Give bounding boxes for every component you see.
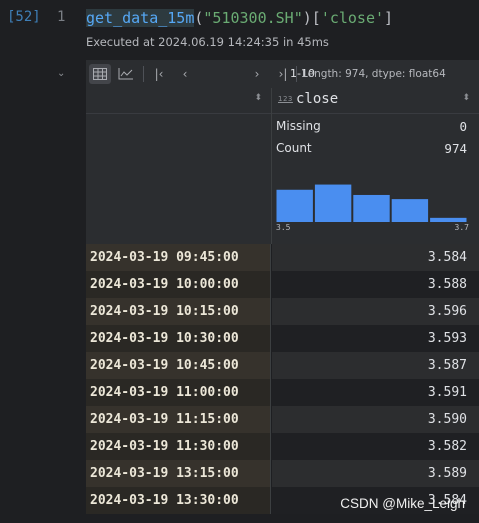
row-index: 2024-03-19 11:00:00 xyxy=(86,379,271,406)
row-value: 3.584 xyxy=(272,244,479,271)
histogram-bar xyxy=(391,199,429,222)
missing-value: 0 xyxy=(459,119,467,134)
sort-icon[interactable]: ⬍ xyxy=(254,93,262,103)
first-page-icon[interactable]: |‹ xyxy=(148,64,170,84)
histogram-chart xyxy=(276,184,467,222)
row-value: 3.582 xyxy=(272,433,479,460)
output-toolbar: |‹ ‹ 1-10 › ›| Length: 974, dtype: float… xyxy=(86,60,479,89)
table-row[interactable]: 2024-03-19 11:00:00 3.591 xyxy=(86,379,479,406)
column-header-close: 123 close ⬍ Missing 0 Count 974 3.5 3.7 xyxy=(272,88,479,244)
table-row[interactable]: 2024-03-19 10:00:00 3.588 xyxy=(86,271,479,298)
histogram-bar xyxy=(353,194,390,222)
row-value: 3.596 xyxy=(272,298,479,325)
table-row[interactable]: 2024-03-19 13:15:00 3.589 xyxy=(86,460,479,487)
watermark: CSDN @Mike_Leigh xyxy=(340,496,465,511)
row-value: 3.590 xyxy=(272,406,479,433)
next-page-icon[interactable]: › xyxy=(246,64,268,84)
chart-view-icon[interactable] xyxy=(115,64,137,84)
histogram-bar xyxy=(276,189,313,222)
row-index: 2024-03-19 10:00:00 xyxy=(86,271,271,298)
row-value: 3.589 xyxy=(272,460,479,487)
code-line[interactable]: get_data_15m("510300.SH")['close'] xyxy=(86,9,393,27)
table-row[interactable]: 2024-03-19 10:45:00 3.587 xyxy=(86,352,479,379)
row-index: 2024-03-19 10:45:00 xyxy=(86,352,271,379)
row-value: 3.591 xyxy=(272,379,479,406)
table-row[interactable]: 2024-03-19 10:15:00 3.596 xyxy=(86,298,479,325)
index-header[interactable]: ⬍ xyxy=(86,88,272,244)
row-value: 3.587 xyxy=(272,352,479,379)
missing-label: Missing xyxy=(276,119,321,133)
code-punct: )[ xyxy=(302,9,321,27)
last-page-icon[interactable]: ›| xyxy=(272,64,294,84)
code-string-arg: "510300.SH" xyxy=(203,9,303,27)
row-value: 3.588 xyxy=(272,271,479,298)
toolbar-divider xyxy=(296,66,297,82)
column-name: close xyxy=(296,91,339,107)
numeric-type-icon: 123 xyxy=(278,95,293,103)
row-index: 2024-03-19 10:15:00 xyxy=(86,298,271,325)
histogram-bar xyxy=(314,184,352,222)
execution-count: [52] xyxy=(7,9,41,25)
table-view-icon[interactable] xyxy=(89,64,111,84)
row-index: 2024-03-19 09:45:00 xyxy=(86,244,271,271)
code-function: get_data_15m xyxy=(86,9,195,27)
histogram-bar xyxy=(430,217,467,222)
toolbar-divider xyxy=(143,66,144,82)
execution-info: Executed at 2024.06.19 14:24:35 in 45ms xyxy=(86,35,329,49)
prev-page-icon[interactable]: ‹ xyxy=(174,64,196,84)
series-grid: ⬍ 123 close ⬍ Missing 0 Count 974 3.5 3.… xyxy=(86,88,479,523)
count-value: 974 xyxy=(444,141,467,156)
code-string-key: 'close' xyxy=(320,9,385,27)
hist-min-label: 3.5 xyxy=(276,223,291,232)
sort-icon[interactable]: ⬍ xyxy=(462,93,470,103)
header-divider xyxy=(86,113,271,114)
table-row[interactable]: 2024-03-19 11:30:00 3.582 xyxy=(86,433,479,460)
row-index: 2024-03-19 11:15:00 xyxy=(86,406,271,433)
row-index: 2024-03-19 10:30:00 xyxy=(86,325,271,352)
table-row[interactable]: 2024-03-19 09:45:00 3.584 xyxy=(86,244,479,271)
code-punct: ] xyxy=(384,9,394,27)
count-label: Count xyxy=(276,141,312,155)
table-row[interactable]: 2024-03-19 11:15:00 3.590 xyxy=(86,406,479,433)
row-index: 2024-03-19 11:30:00 xyxy=(86,433,271,460)
column-title-row[interactable]: 123 close ⬍ xyxy=(272,88,479,114)
row-value: 3.593 xyxy=(272,325,479,352)
code-cell[interactable]: [52] 1 get_data_15m("510300.SH")['close'… xyxy=(0,0,479,56)
collapse-output-icon[interactable]: ⌄ xyxy=(57,68,65,79)
row-index: 2024-03-19 13:15:00 xyxy=(86,460,271,487)
series-meta: Length: 974, dtype: float64 xyxy=(302,68,446,80)
row-index: 2024-03-19 13:30:00 xyxy=(86,487,271,514)
line-number: 1 xyxy=(57,9,66,25)
hist-max-label: 3.7 xyxy=(454,223,469,232)
table-row[interactable]: 2024-03-19 10:30:00 3.593 xyxy=(86,325,479,352)
